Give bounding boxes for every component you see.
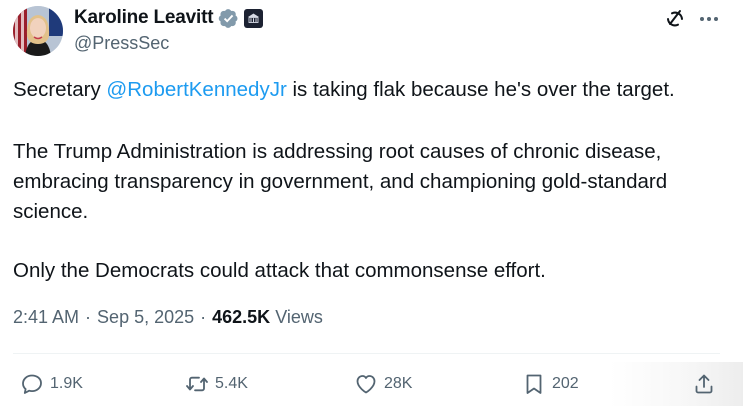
author-handle[interactable]: @PressSec [74,33,169,54]
tweet-time[interactable]: 2:41 AM [13,307,79,328]
bookmark-icon [526,374,542,394]
avatar[interactable] [13,6,63,56]
tweet-paragraph-1: Secretary @RobertKennedyJr is taking fla… [13,75,733,105]
tweet-card: Karoline Leavitt @PressSec Secretary @Ro… [0,0,743,411]
share-button[interactable] [692,370,722,398]
tweet-paragraph-3: Only the Democrats could attack that com… [13,259,546,282]
author-name[interactable]: Karoline Leavitt [74,7,214,29]
hover-fade-overlay [610,362,743,406]
reply-button[interactable]: 1.9K [20,370,83,398]
reply-icon [22,374,42,394]
verified-badge-icon[interactable] [218,8,239,29]
views-count[interactable]: 462.5K [212,307,270,328]
reply-count: 1.9K [50,375,83,392]
avatar-image [13,6,63,56]
divider [13,353,720,354]
author-name-row: Karoline Leavitt [74,7,264,29]
meta-separator: · [200,307,207,327]
bookmark-button[interactable]: 202 [522,370,579,398]
share-icon [695,374,713,394]
tweet-meta: 2:41 AM · Sep 5, 2025 · 462.5K Views [13,307,323,328]
tweet-text-line: embracing transparency in government, an… [13,170,668,193]
grok-icon[interactable] [663,7,687,31]
repost-icon [186,376,208,392]
meta-separator: · [85,307,92,327]
repost-count: 5.4K [215,375,248,392]
tweet-text: is taking flak because he's over the tar… [286,78,675,101]
tweet-date[interactable]: Sep 5, 2025 [97,307,194,328]
tweet-paragraph-2: The Trump Administration is addressing r… [13,137,733,227]
like-count: 28K [384,375,413,392]
tweet-text: Secretary [13,78,107,101]
tweet-text-line: The Trump Administration is addressing r… [13,140,662,163]
more-icon[interactable] [696,7,722,31]
mention-link[interactable]: @RobertKennedyJr [106,78,286,101]
like-button[interactable]: 28K [354,370,412,398]
tweet-text-line: science. [13,200,89,223]
repost-button[interactable]: 5.4K [185,370,248,398]
views-label: Views [275,307,323,327]
bookmark-count: 202 [552,375,579,392]
white-house-affiliate-icon[interactable] [244,8,264,28]
like-icon [356,375,376,394]
